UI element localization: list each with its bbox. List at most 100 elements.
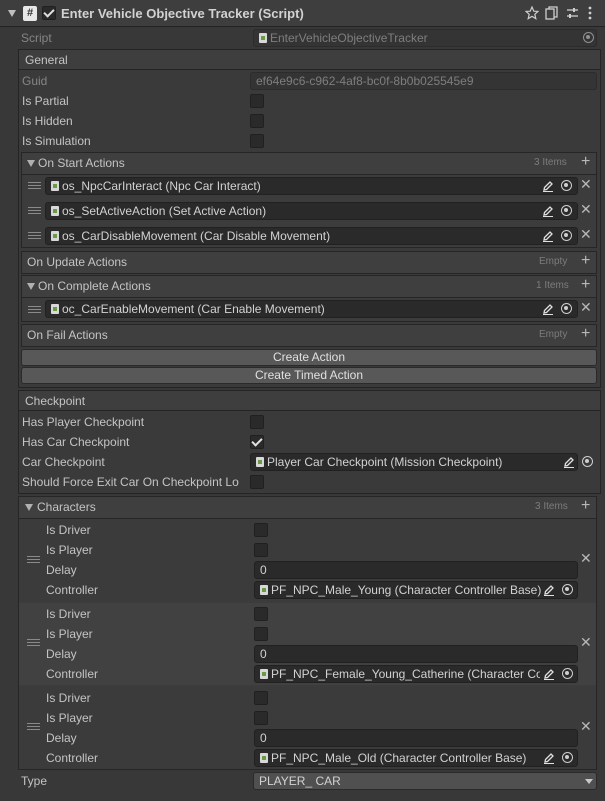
controller-field[interactable]: PF_NPC_Male_Old (Character Controller Ba…	[254, 749, 578, 767]
on-start-actions-header[interactable]: On Start Actions 3 Items +	[21, 152, 597, 175]
list-item[interactable]: os_SetActiveAction (Set Active Action)	[45, 202, 578, 220]
scriptable-object-icon	[51, 206, 59, 216]
is-player-checkbox[interactable]	[254, 627, 268, 641]
add-icon[interactable]: +	[581, 251, 590, 271]
object-picker-icon[interactable]	[561, 180, 572, 191]
add-icon[interactable]: +	[581, 496, 590, 516]
characters-count: 3 Items	[535, 501, 568, 512]
delay-label: Delay	[46, 563, 77, 577]
type-dropdown[interactable]: PLAYER_ CAR	[253, 772, 597, 790]
guid-label: Guid	[22, 74, 48, 88]
object-picker-icon[interactable]	[582, 456, 593, 467]
edit-icon[interactable]	[543, 668, 555, 680]
add-icon[interactable]: +	[581, 275, 590, 295]
is-driver-checkbox[interactable]	[254, 691, 268, 705]
foldout-arrow-icon[interactable]	[27, 160, 35, 167]
remove-icon[interactable]: ✕	[580, 199, 592, 219]
list-item-label: os_SetActiveAction (Set Active Action)	[62, 204, 267, 218]
general-title: General	[25, 53, 68, 67]
force-exit-checkbox[interactable]	[250, 475, 264, 489]
controller-field[interactable]: PF_NPC_Male_Young (Character Controller …	[254, 581, 578, 599]
object-picker-icon[interactable]	[561, 230, 572, 241]
star-icon[interactable]	[525, 6, 539, 20]
is-hidden-checkbox[interactable]	[250, 114, 264, 128]
on-complete-actions-header[interactable]: On Complete Actions 1 Items +	[21, 275, 597, 298]
remove-icon[interactable]: ✕	[580, 548, 592, 568]
is-player-checkbox[interactable]	[254, 711, 268, 725]
object-picker-icon[interactable]	[583, 32, 594, 43]
has-car-checkpoint-checkbox[interactable]	[250, 435, 264, 449]
foldout-arrow-icon[interactable]	[25, 504, 33, 511]
drag-handle-icon[interactable]	[27, 556, 40, 563]
general-header: General	[18, 49, 601, 70]
edit-icon[interactable]	[543, 752, 555, 764]
list-item[interactable]: os_CarDisableMovement (Car Disable Movem…	[45, 227, 578, 245]
edit-icon[interactable]	[542, 230, 554, 242]
sliders-icon[interactable]	[566, 6, 579, 20]
characters-header[interactable]: Characters 3 Items +	[18, 496, 597, 519]
remove-icon[interactable]: ✕	[580, 174, 592, 194]
list-item-label: os_NpcCarInteract (Npc Car Interact)	[62, 179, 261, 193]
object-picker-icon[interactable]	[562, 668, 573, 679]
car-checkpoint-field[interactable]: Player Car Checkpoint (Mission Checkpoin…	[250, 453, 578, 471]
foldout-arrow-icon[interactable]	[27, 283, 35, 290]
list-item[interactable]: oc_CarEnableMovement (Car Enable Movemen…	[45, 300, 578, 318]
guid-field: ef64e9c6-c962-4af8-bc0f-8b0b025545e9	[250, 72, 597, 90]
controller-value: PF_NPC_Male_Old (Character Controller Ba…	[271, 751, 527, 765]
edit-icon[interactable]	[542, 205, 554, 217]
is-driver-checkbox[interactable]	[254, 523, 268, 537]
is-simulation-checkbox[interactable]	[250, 134, 264, 148]
controller-value: PF_NPC_Female_Young_Catherine (Character…	[271, 667, 577, 681]
object-picker-icon[interactable]	[562, 584, 573, 595]
edit-icon[interactable]	[563, 456, 575, 468]
controller-label: Controller	[46, 583, 99, 597]
foldout-arrow-icon[interactable]	[8, 10, 16, 17]
delay-field[interactable]: 0	[254, 729, 578, 747]
checkpoint-header: Checkpoint	[18, 390, 601, 411]
object-picker-icon[interactable]	[561, 303, 572, 314]
is-simulation-label: Is Simulation	[22, 134, 91, 148]
list-item[interactable]: os_NpcCarInteract (Npc Car Interact)	[45, 177, 578, 195]
delay-field[interactable]: 0	[254, 645, 578, 663]
edit-icon[interactable]	[542, 303, 554, 315]
add-icon[interactable]: +	[581, 324, 590, 344]
controller-field[interactable]: PF_NPC_Female_Young_Catherine (Character…	[254, 665, 578, 683]
drag-handle-icon[interactable]	[28, 207, 41, 214]
drag-handle-icon[interactable]	[27, 639, 40, 646]
add-icon[interactable]: +	[581, 152, 590, 172]
is-driver-checkbox[interactable]	[254, 607, 268, 621]
characters-title: Characters	[37, 500, 96, 514]
has-player-checkpoint-checkbox[interactable]	[250, 415, 264, 429]
edit-icon[interactable]	[543, 584, 555, 596]
enabled-checkbox[interactable]	[42, 6, 56, 20]
more-icon[interactable]	[588, 6, 592, 20]
delay-label: Delay	[46, 647, 77, 661]
on-complete-actions-count: 1 Items	[536, 280, 569, 291]
on-update-actions-header[interactable]: On Update Actions Empty +	[21, 251, 597, 274]
is-player-checkbox[interactable]	[254, 543, 268, 557]
object-picker-icon[interactable]	[561, 205, 572, 216]
controller-label: Controller	[46, 751, 99, 765]
drag-handle-icon[interactable]	[28, 182, 41, 189]
dropdown-arrow-icon[interactable]	[585, 779, 593, 784]
script-label: Script	[21, 31, 52, 45]
remove-icon[interactable]: ✕	[580, 632, 592, 652]
is-partial-checkbox[interactable]	[250, 94, 264, 108]
prefab-object-icon	[260, 753, 268, 763]
remove-icon[interactable]: ✕	[580, 716, 592, 736]
edit-icon[interactable]	[542, 180, 554, 192]
list-item-label: oc_CarEnableMovement (Car Enable Movemen…	[62, 302, 325, 316]
object-picker-icon[interactable]	[562, 752, 573, 763]
copy-icon[interactable]	[545, 6, 558, 21]
create-action-button[interactable]: Create Action	[21, 349, 597, 366]
create-timed-action-button[interactable]: Create Timed Action	[21, 367, 597, 384]
drag-handle-icon[interactable]	[27, 723, 40, 730]
prefab-object-icon	[260, 585, 268, 595]
delay-field[interactable]: 0	[254, 561, 578, 579]
drag-handle-icon[interactable]	[28, 306, 41, 313]
on-fail-actions-header[interactable]: On Fail Actions Empty +	[21, 324, 597, 347]
on-fail-actions-count: Empty	[539, 329, 568, 340]
drag-handle-icon[interactable]	[28, 232, 41, 239]
remove-icon[interactable]: ✕	[580, 297, 592, 317]
remove-icon[interactable]: ✕	[580, 224, 592, 244]
